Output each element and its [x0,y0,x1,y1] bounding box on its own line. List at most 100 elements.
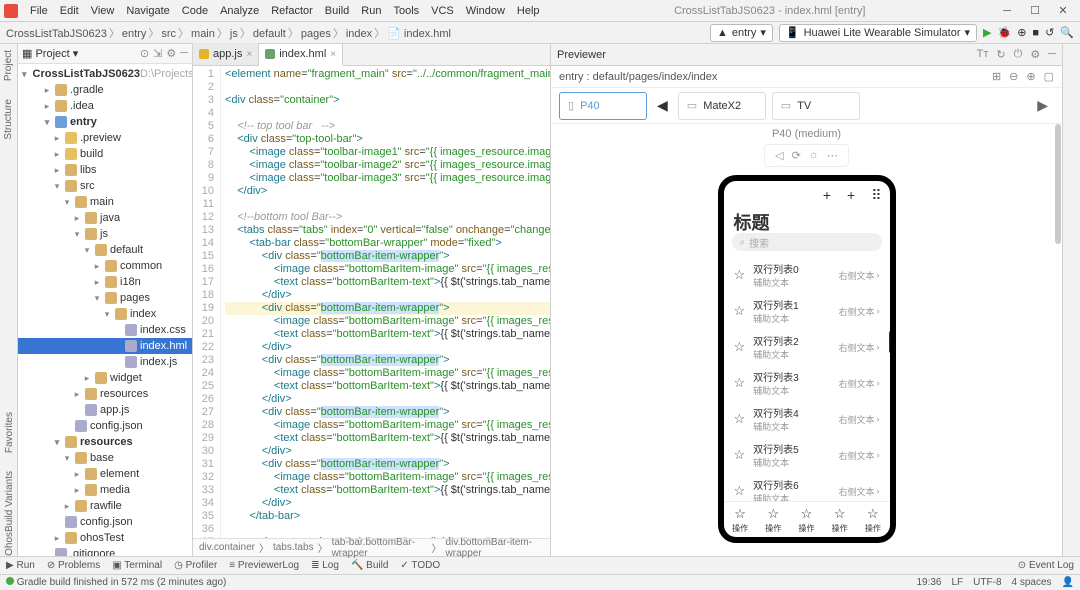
list-item[interactable]: ☆双行列表1辅助文本右侧文本› [724,293,890,329]
maximize-button[interactable]: ☐ [1022,2,1048,20]
editor-code[interactable]: <element name="fragment_main" src="../..… [221,66,550,538]
close-button[interactable]: ✕ [1050,2,1076,20]
log-tab[interactable]: ≣ Log [311,560,339,571]
run-config-selector[interactable]: ▲ entry ▾ [710,24,773,42]
coverage-button[interactable]: ⊕ [1017,26,1026,39]
menu-window[interactable]: Window [460,5,511,17]
add-icon-2[interactable]: + [847,187,855,204]
list-item[interactable]: ☆双行列表0辅助文本右侧文本› [724,257,890,293]
debug-button[interactable]: 🐞 [998,26,1012,39]
tree-node[interactable]: ▾pages [18,290,192,306]
tree-node[interactable]: ▸i18n [18,274,192,290]
tree-node[interactable]: config.json [18,418,192,434]
list-item[interactable]: ☆双行列表2辅助文本右侧文本› [724,329,890,365]
status-indent[interactable]: 4 spaces [1012,577,1052,588]
list-item[interactable]: ☆双行列表4辅助文本右侧文本› [724,401,890,437]
tree-node[interactable]: index.css [18,322,192,338]
previewer-log-tab[interactable]: ≡ PreviewerLog [229,560,299,571]
tree-node[interactable]: ▾entry [18,114,192,130]
tree-node[interactable]: ▾src [18,178,192,194]
prev-icon[interactable]: ◁ [775,149,783,162]
build-tab[interactable]: 🔨 Build [351,560,388,571]
menu-refactor[interactable]: Refactor [265,5,319,17]
list-item[interactable]: ☆双行列表5辅助文本右侧文本› [724,437,890,473]
favorites-tool-tab[interactable]: Favorites [4,412,15,453]
terminal-tab[interactable]: ▣ Terminal [112,560,162,571]
settings-icon[interactable]: ⚙ [166,47,176,60]
menu-analyze[interactable]: Analyze [214,5,265,17]
code-editor[interactable]: 1234567891011121314151617181920212223242… [193,66,550,538]
grid-icon[interactable]: ⊞ [992,70,1001,83]
tree-node[interactable]: .gitignore [18,546,192,556]
event-log-tab[interactable]: ⊙ Event Log [1018,560,1074,571]
bottom-tab-item[interactable]: ☆操作 [732,506,748,534]
code-breadcrumb[interactable]: div.container 〉 tabs.tabs 〉 tab-bar.bott… [193,538,550,556]
tree-mode-icon[interactable]: Tт [977,48,989,61]
tree-node[interactable]: ▾js [18,226,192,242]
tree-node[interactable]: ▸element [18,466,192,482]
menu-tools[interactable]: Tools [387,5,425,17]
profiler-tab[interactable]: ◷ Profiler [174,560,217,571]
run-tab[interactable]: ▶ Run [6,560,35,571]
todo-tab[interactable]: ✓ TODO [400,560,440,571]
tree-node[interactable]: ▸media [18,482,192,498]
tree-root[interactable]: ▾CrossListTabJS0623 D:\Projects\Temp\Cr [18,66,192,82]
tree-node[interactable]: ▾index [18,306,192,322]
breadcrumb[interactable]: CrossListTabJS0623〉entry〉src〉main〉js〉def… [6,25,451,41]
tree-node[interactable]: ▸ohosTest [18,530,192,546]
settings-icon[interactable]: ⚙ [1030,48,1040,61]
tree-node[interactable]: ▾main [18,194,192,210]
menu-vcs[interactable]: VCS [425,5,460,17]
more-dots-icon[interactable]: ⠿ [871,187,881,204]
project-view-selector[interactable]: ▦ Project ▾ [22,47,78,60]
minimize-button[interactable]: ─ [994,2,1020,20]
menu-edit[interactable]: Edit [54,5,85,17]
device-prev-icon[interactable]: ◀ [653,97,672,114]
tree-node[interactable]: index.js [18,354,192,370]
tree-node[interactable]: ▸widget [18,370,192,386]
hide-icon[interactable]: ─ [180,47,188,60]
editor-tab[interactable]: index.hml× [259,44,343,66]
tree-node[interactable]: ▾base [18,450,192,466]
structure-tool-tab[interactable]: Structure [3,99,14,140]
tree-node[interactable]: ▸.gradle [18,82,192,98]
menu-build[interactable]: Build [319,5,355,17]
expand-all-icon[interactable]: ⇲ [153,47,162,60]
tree-node[interactable]: ▸java [18,210,192,226]
menu-navigate[interactable]: Navigate [120,5,175,17]
search-icon[interactable]: 🔍 [1060,26,1074,39]
project-tool-tab[interactable]: Project [3,50,14,81]
previewer-scrollbar[interactable] [1055,124,1061,244]
menu-run[interactable]: Run [355,5,387,17]
zoom-out-icon[interactable]: ⊖ [1009,70,1018,83]
tree-node[interactable]: ▸.idea [18,98,192,114]
tree-node[interactable]: ▾resources [18,434,192,450]
device-next-icon[interactable]: ▶ [1037,97,1048,114]
bottom-tab-item[interactable]: ☆操作 [832,506,848,534]
list-item[interactable]: ☆双行列表6辅助文本右侧文本› [724,473,890,501]
rotate-icon[interactable]: ⟳ [792,149,801,162]
menu-view[interactable]: View [85,5,121,17]
device-selector[interactable]: 📱 Huawei Lite Wearable Simulator ▾ [779,24,977,42]
menu-code[interactable]: Code [176,5,214,17]
reset-zoom-icon[interactable]: ▢ [1044,70,1054,83]
device-tab-p40[interactable]: ▯P40 [559,92,647,120]
editor-tab[interactable]: app.js× [193,43,259,65]
sync-button[interactable]: ↺ [1045,26,1054,39]
theme-icon[interactable]: ☼ [809,149,819,162]
device-tab-tv[interactable]: ▭TV [772,92,860,120]
tree-node[interactable]: index.hml [18,338,192,354]
power-icon[interactable]: ⏻ [1014,48,1023,61]
phone-search-box[interactable]: ⌕ 搜索 [732,233,882,251]
build-variants-tool-tab[interactable]: OhosBuild Variants [4,471,15,556]
project-tree[interactable]: ▾CrossListTabJS0623 D:\Projects\Temp\Cr▸… [18,64,192,556]
refresh-icon[interactable]: ↻ [996,48,1005,61]
status-encoding[interactable]: UTF-8 [973,577,1001,588]
menu-file[interactable]: File [24,5,54,17]
menu-help[interactable]: Help [511,5,546,17]
problems-tab[interactable]: ⊘ Problems [47,560,100,571]
add-icon[interactable]: + [823,187,831,204]
hide-icon[interactable]: ─ [1048,48,1056,61]
tree-node[interactable]: ▸common [18,258,192,274]
more-icon[interactable]: ⋯ [827,149,838,162]
